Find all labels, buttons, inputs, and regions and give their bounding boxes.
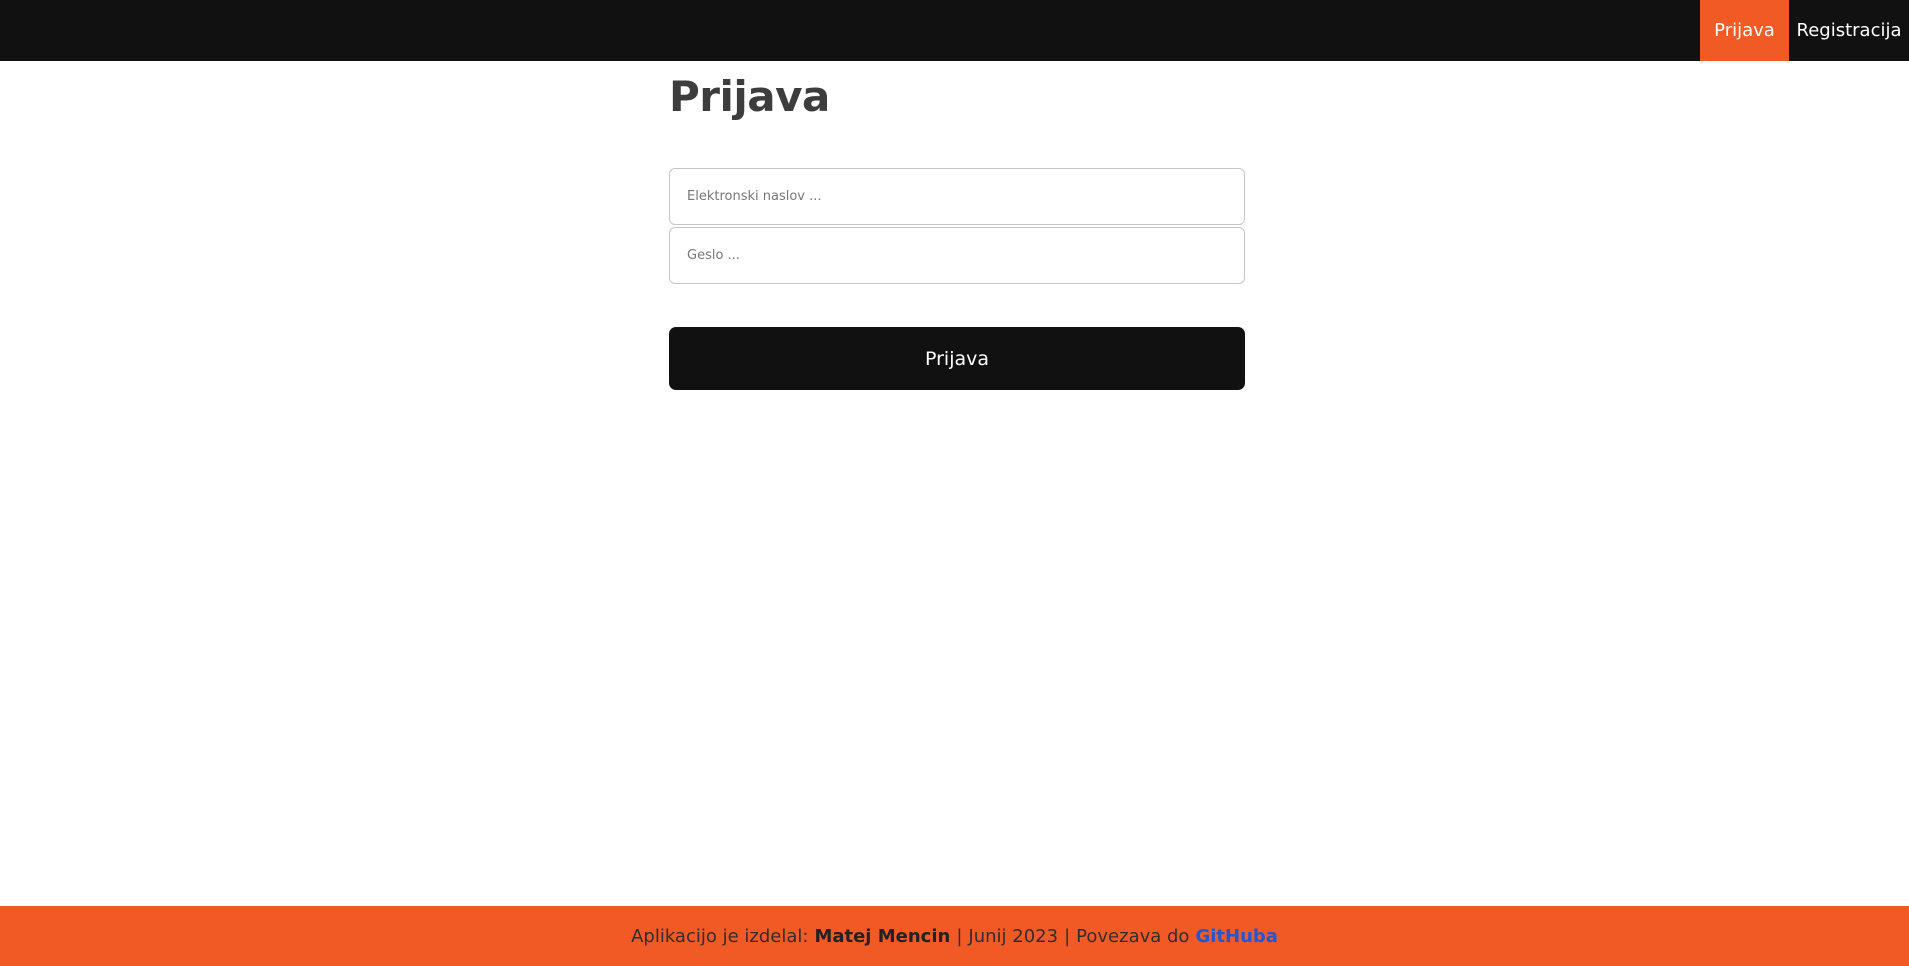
- footer-author-prefix: Aplikacijo je izdelal:: [631, 925, 809, 947]
- email-input[interactable]: [669, 168, 1245, 225]
- nav-menu: Prijava Registracija: [1700, 0, 1909, 61]
- password-input[interactable]: [669, 227, 1245, 284]
- top-navbar: Prijava Registracija: [0, 0, 1909, 61]
- footer-date: Junij 2023: [968, 925, 1059, 947]
- footer-separator: |: [956, 925, 963, 947]
- footer-separator: |: [1064, 925, 1071, 947]
- footer: Aplikacijo je izdelal: Matej Mencin | Ju…: [0, 906, 1909, 966]
- page-title: Prijava: [669, 72, 830, 121]
- footer-author-name: Matej Mencin: [814, 925, 951, 947]
- nav-register-link[interactable]: Registracija: [1789, 0, 1909, 61]
- github-link[interactable]: GitHuba: [1195, 926, 1277, 947]
- login-button[interactable]: Prijava: [669, 327, 1245, 390]
- nav-login-link[interactable]: Prijava: [1700, 0, 1789, 61]
- footer-link-prefix: Povezava do: [1076, 925, 1190, 947]
